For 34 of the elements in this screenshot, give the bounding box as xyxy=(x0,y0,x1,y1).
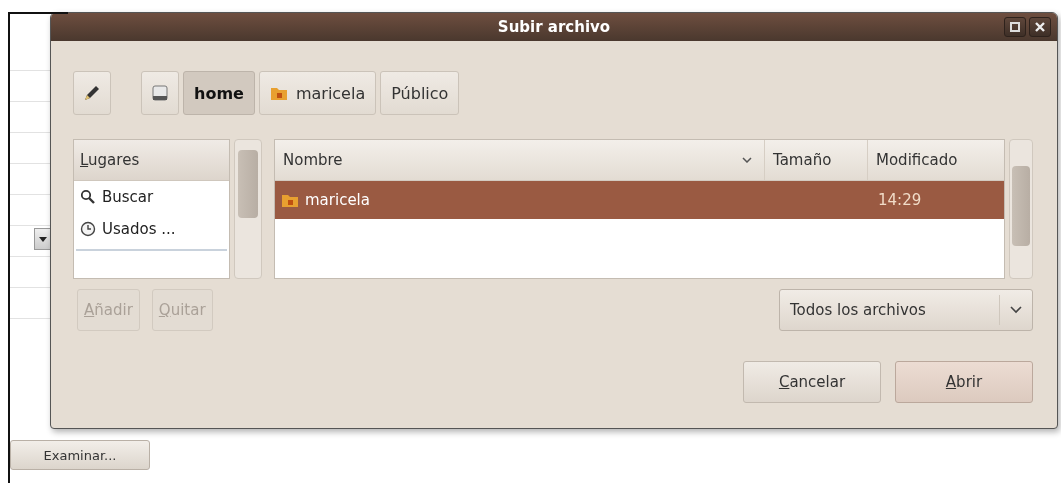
pencil-icon xyxy=(82,83,102,103)
modified-time: 14:29 xyxy=(878,191,922,209)
chevron-down-icon xyxy=(1010,306,1022,314)
path-button[interactable]: maricela xyxy=(258,71,377,115)
scrollbar[interactable] xyxy=(234,139,262,279)
maximize-button[interactable] xyxy=(1004,17,1026,37)
edit-location-button[interactable] xyxy=(73,71,111,115)
maximize-icon xyxy=(1010,22,1020,32)
path-button[interactable]: home xyxy=(183,71,255,115)
browse-button[interactable]: Examinar... xyxy=(10,440,150,470)
drive-button[interactable] xyxy=(141,71,179,115)
caret-icon xyxy=(39,236,47,242)
column-header[interactable]: Modificado xyxy=(867,140,1004,180)
places-header[interactable]: Lugares xyxy=(74,140,229,181)
open-button[interactable]: Abrir xyxy=(895,361,1033,403)
places-item[interactable]: Buscar xyxy=(74,181,229,213)
window-title: Subir archivo xyxy=(497,18,611,36)
scrollbar[interactable] xyxy=(1009,139,1033,279)
places-item[interactable]: Usados ... xyxy=(74,213,229,245)
chevron-down-icon xyxy=(742,157,752,163)
file-name: maricela xyxy=(305,191,370,209)
drive-icon xyxy=(150,83,170,103)
file-type-dropdown[interactable]: Todos los archivos xyxy=(779,289,1033,331)
cancel-button[interactable]: Cancelar xyxy=(743,361,881,403)
folder-icon xyxy=(269,85,288,101)
folder-icon xyxy=(281,192,299,208)
file-row[interactable]: maricela 14:29 xyxy=(275,181,1004,219)
clock-icon xyxy=(80,221,96,237)
search-icon xyxy=(80,189,96,205)
column-header[interactable]: Tamaño xyxy=(764,140,867,180)
column-header[interactable]: Nombre xyxy=(275,140,764,180)
path-button[interactable]: Público xyxy=(380,71,460,115)
close-button[interactable] xyxy=(1029,17,1051,37)
close-icon xyxy=(1035,22,1045,32)
